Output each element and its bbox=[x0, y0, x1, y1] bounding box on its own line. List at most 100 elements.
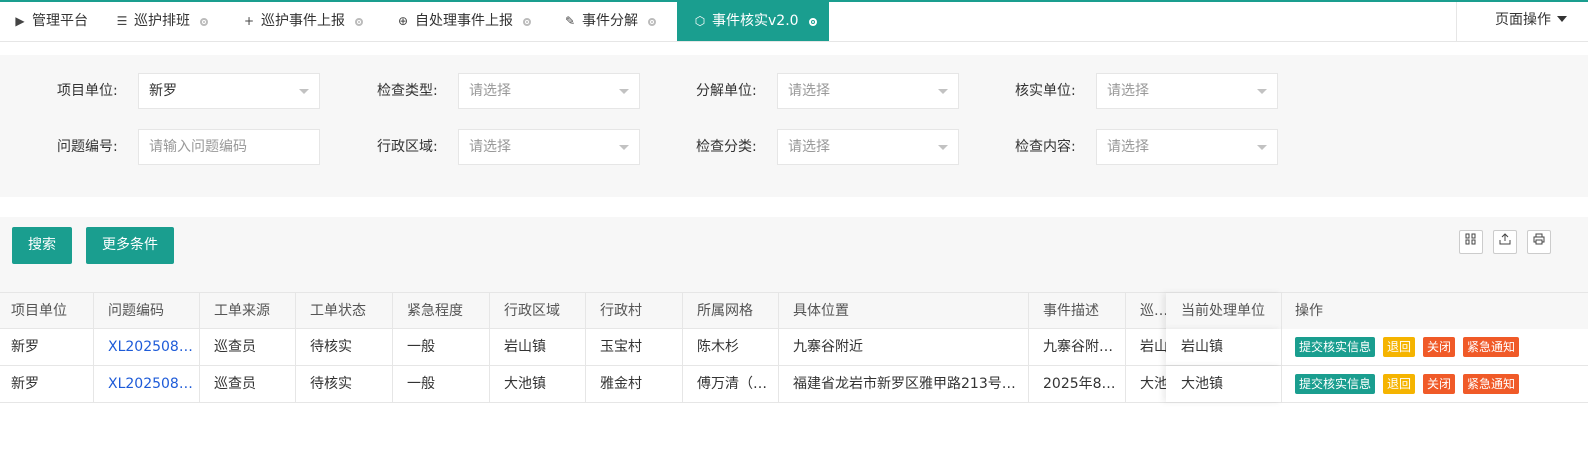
check-content-select[interactable]: 请选择 bbox=[1096, 129, 1278, 165]
issue-no-label: 问题编号: bbox=[57, 139, 118, 155]
page-operations-dropdown[interactable]: 页面操作 bbox=[1456, 2, 1588, 41]
project-unit-cell: 新罗 bbox=[0, 366, 94, 402]
check-category-placeholder: 请选择 bbox=[788, 139, 830, 155]
return-button[interactable]: 退回 bbox=[1383, 337, 1416, 357]
issue-code-link[interactable]: XL202508… bbox=[94, 329, 200, 365]
columns-icon[interactable] bbox=[1459, 230, 1483, 254]
tab-label: 事件分解 bbox=[582, 13, 638, 29]
tab-label: 事件核实v2.0 bbox=[712, 13, 799, 29]
urgent-notice-button[interactable]: 紧急通知 bbox=[1463, 337, 1520, 357]
village-cell: 玉宝村 bbox=[586, 329, 683, 365]
edit-doc-icon: ✎ bbox=[564, 14, 576, 28]
admin-area-cell: 大池镇 bbox=[490, 366, 586, 402]
urgency-cell: 一般 bbox=[393, 366, 490, 402]
admin-area-label: 行政区域: bbox=[377, 139, 438, 155]
table-header-row: 项目单位 问题编码 工单来源 工单状态 紧急程度 行政区域 行政村 所属网格 具… bbox=[0, 292, 1588, 329]
village-cell: 雅金村 bbox=[586, 366, 683, 402]
header-cell: 当前处理单位 bbox=[1166, 293, 1282, 329]
close-button[interactable]: 关闭 bbox=[1423, 374, 1456, 394]
issue-code-link[interactable]: XL202508… bbox=[94, 366, 200, 402]
cube-icon: ⬡ bbox=[694, 14, 706, 28]
return-button[interactable]: 退回 bbox=[1383, 374, 1416, 394]
grid-cell: 傅万清（… bbox=[683, 366, 779, 402]
issue-no-placeholder: 请输入问题编码 bbox=[149, 139, 247, 155]
operations-cell: 提交核实信息 退回 关闭 紧急通知 bbox=[1282, 366, 1588, 402]
tab-patrol-schedule[interactable]: ☰ 巡护排班 bbox=[114, 2, 208, 41]
tab-label: 自处理事件上报 bbox=[415, 13, 513, 29]
header-cell: 项目单位 bbox=[0, 293, 94, 329]
caret-down-icon bbox=[1557, 16, 1567, 22]
check-type-placeholder: 请选择 bbox=[469, 83, 511, 99]
location-cell: 九寨谷附近 bbox=[779, 329, 1029, 365]
tab-event-verify[interactable]: ⬡ 事件核实v2.0 bbox=[677, 2, 829, 41]
circle-plus-icon: ⊕ bbox=[397, 14, 409, 28]
current-unit-cell: 大池镇 bbox=[1166, 366, 1282, 402]
search-button[interactable]: 搜索 bbox=[12, 227, 72, 264]
check-category-select[interactable]: 请选择 bbox=[777, 129, 959, 165]
tab-close-icon[interactable] bbox=[808, 18, 817, 26]
tab-close-icon[interactable] bbox=[523, 18, 531, 26]
header-cell: 巡护 bbox=[1140, 303, 1166, 319]
dropdown-arrow-icon bbox=[938, 145, 948, 150]
urgent-notice-button[interactable]: 紧急通知 bbox=[1463, 374, 1520, 394]
location-cell: 福建省龙岩市新罗区雅甲路213号… bbox=[779, 366, 1029, 402]
verify-unit-placeholder: 请选择 bbox=[1107, 83, 1149, 99]
tab-event-decompose[interactable]: ✎ 事件分解 bbox=[562, 2, 656, 41]
tab-management-platform[interactable]: ▶ 管理平台 bbox=[12, 2, 88, 41]
decompose-unit-select[interactable]: 请选择 bbox=[777, 73, 959, 109]
header-cell: 工单来源 bbox=[200, 293, 296, 329]
check-content-label: 检查内容: bbox=[1015, 139, 1076, 155]
table-row[interactable]: 新罗 XL202508… 巡查员 待核实 一般 岩山镇 玉宝村 陈木杉 九寨谷附… bbox=[0, 329, 1588, 366]
play-icon: ▶ bbox=[15, 14, 25, 28]
project-unit-select[interactable]: 新罗 bbox=[138, 73, 320, 109]
grid-cell: 陈木杉 bbox=[683, 329, 779, 365]
decompose-unit-placeholder: 请选择 bbox=[788, 83, 830, 99]
check-category-label: 检查分类: bbox=[696, 139, 757, 155]
admin-area-select[interactable]: 请选择 bbox=[458, 129, 640, 165]
tab-bar: ▶ 管理平台 ☰ 巡护排班 + 巡护事件上报 ⊕ 自处理事件上报 ✎ 事件分解 ⬡ 事件核实… bbox=[0, 2, 1588, 42]
tab-self-handled-event-report[interactable]: ⊕ 自处理事件上报 bbox=[395, 2, 531, 41]
header-cell: 行政区域 bbox=[490, 293, 586, 329]
more-conditions-button[interactable]: 更多条件 bbox=[86, 227, 174, 264]
dropdown-arrow-icon bbox=[1257, 145, 1267, 150]
dropdown-arrow-icon bbox=[619, 145, 629, 150]
decompose-unit-label: 分解单位: bbox=[696, 83, 757, 99]
tab-label: 巡护事件上报 bbox=[261, 13, 345, 29]
verify-unit-label: 核实单位: bbox=[1015, 83, 1076, 99]
admin-area-placeholder: 请选择 bbox=[469, 139, 511, 155]
verify-unit-select[interactable]: 请选择 bbox=[1096, 73, 1278, 109]
tab-close-icon[interactable] bbox=[355, 18, 363, 26]
tab-close-icon[interactable] bbox=[648, 18, 656, 26]
submit-verify-button[interactable]: 提交核实信息 bbox=[1295, 337, 1376, 357]
close-button[interactable]: 关闭 bbox=[1423, 337, 1456, 357]
tab-patrol-event-report[interactable]: + 巡护事件上报 bbox=[241, 2, 363, 41]
header-cell: 行政村 bbox=[586, 293, 683, 329]
table-row[interactable]: 新罗 XL202508… 巡查员 待核实 一般 大池镇 雅金村 傅万清（… 福建… bbox=[0, 366, 1588, 403]
plus-icon: + bbox=[243, 14, 255, 28]
check-type-select[interactable]: 请选择 bbox=[458, 73, 640, 109]
print-icon[interactable] bbox=[1527, 230, 1551, 254]
header-cell: 操作 bbox=[1282, 293, 1588, 329]
patrol-cell: 岩山 bbox=[1140, 339, 1166, 355]
tab-close-icon[interactable] bbox=[200, 18, 208, 26]
submit-verify-button[interactable]: 提交核实信息 bbox=[1295, 374, 1376, 394]
header-cell: 紧急程度 bbox=[393, 293, 490, 329]
export-icon[interactable] bbox=[1493, 230, 1517, 254]
description-cell: 九寨谷附… bbox=[1029, 329, 1126, 365]
admin-area-cell: 岩山镇 bbox=[490, 329, 586, 365]
current-unit-cell: 岩山镇 bbox=[1166, 329, 1282, 365]
description-cell: 2025年8… bbox=[1029, 366, 1126, 402]
tab-label: 管理平台 bbox=[32, 13, 88, 29]
tab-label: 巡护排班 bbox=[134, 13, 190, 29]
project-unit-value: 新罗 bbox=[149, 83, 177, 99]
filter-panel: 项目单位: 新罗 检查类型: 请选择 分解单位: 请选择 核实单位: 请选择 问… bbox=[0, 55, 1588, 197]
status-cell: 待核实 bbox=[296, 329, 393, 365]
issue-no-input[interactable]: 请输入问题编码 bbox=[138, 129, 320, 165]
urgency-cell: 一般 bbox=[393, 329, 490, 365]
dropdown-arrow-icon bbox=[938, 89, 948, 94]
header-cell: 具体位置 bbox=[779, 293, 1029, 329]
status-cell: 待核实 bbox=[296, 366, 393, 402]
header-cell: 工单状态 bbox=[296, 293, 393, 329]
project-unit-cell: 新罗 bbox=[0, 329, 94, 365]
patrol-cell: 大池 bbox=[1140, 376, 1166, 392]
